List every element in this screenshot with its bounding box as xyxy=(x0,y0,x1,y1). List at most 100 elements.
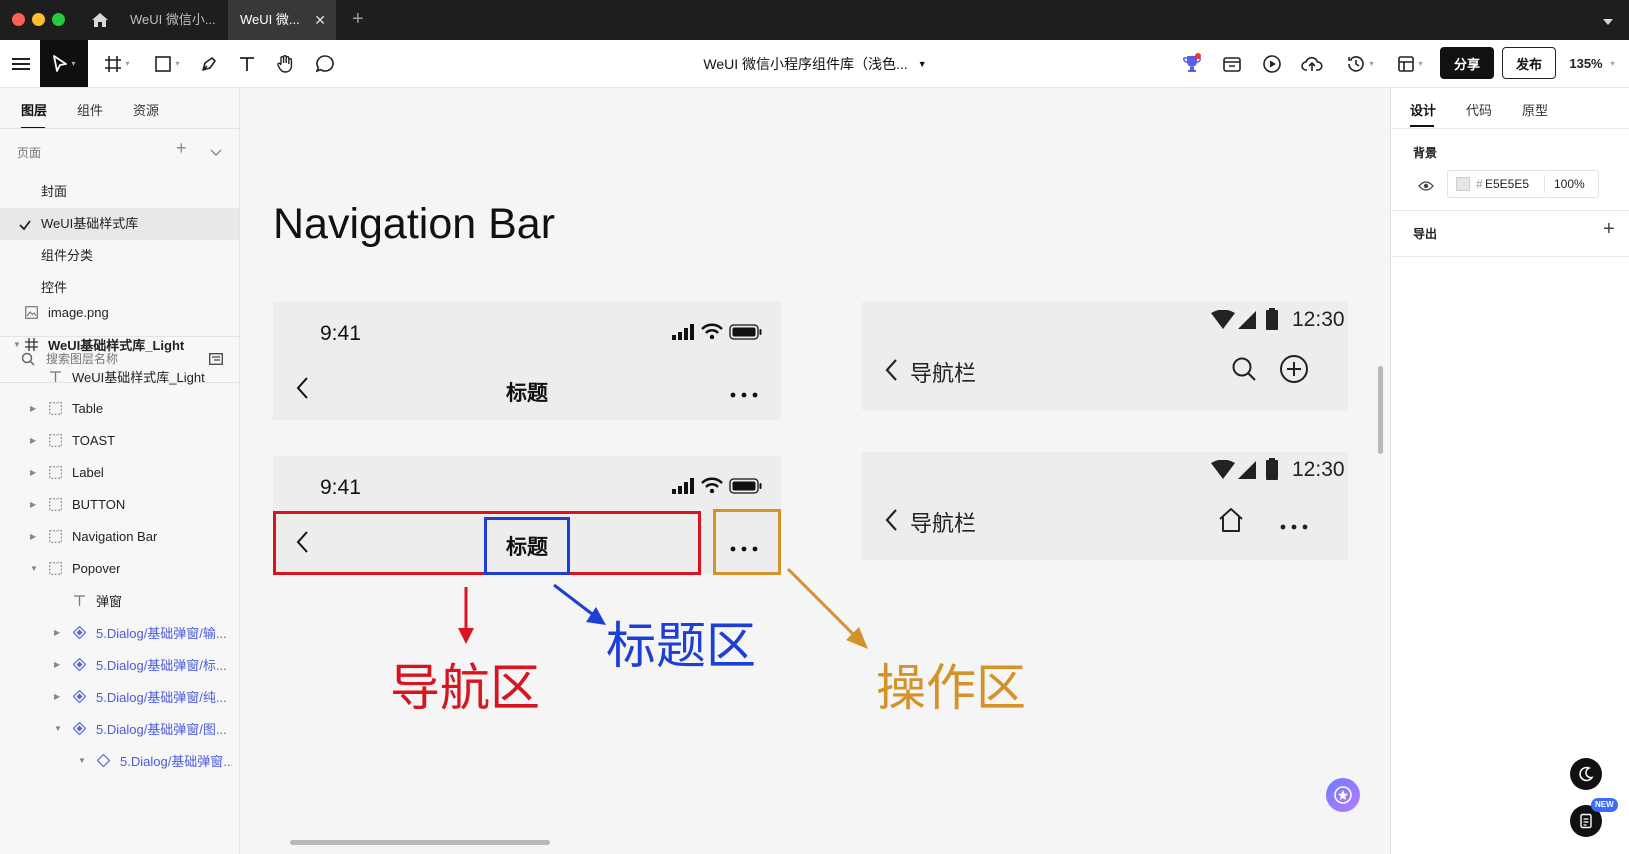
export-section-title: 导出 xyxy=(1413,227,1438,241)
minimize-window-button[interactable] xyxy=(32,13,45,26)
maximize-window-button[interactable] xyxy=(52,13,65,26)
layer-row[interactable]: ▶ 5.Dialog/基础弹窗/输... xyxy=(0,616,239,648)
tabs-menu-chevron-icon[interactable] xyxy=(1602,14,1614,32)
collapsed-triangle-icon[interactable]: ▶ xyxy=(30,436,36,445)
search-icon[interactable] xyxy=(1231,356,1257,387)
design-canvas[interactable]: Navigation Bar 9:41 标题 9:41 标题 导航区 标题区 操… xyxy=(240,88,1390,854)
page-item-categories[interactable]: 组件分类 xyxy=(0,240,239,272)
ai-assistant-button[interactable] xyxy=(1326,778,1360,812)
layout-button[interactable]: ▾ xyxy=(1390,40,1430,87)
layer-row[interactable]: WeUI基础样式库_Light xyxy=(0,360,239,392)
collapse-pages-chevron-icon[interactable] xyxy=(210,144,222,162)
collapsed-triangle-icon[interactable]: ▶ xyxy=(30,500,36,509)
layer-row[interactable]: ▶ BUTTON xyxy=(0,488,239,520)
moon-icon xyxy=(1579,766,1594,782)
collapsed-triangle-icon[interactable]: ▶ xyxy=(54,628,60,637)
tab-layers[interactable]: 图层 xyxy=(21,100,47,119)
preview-play-button[interactable] xyxy=(1260,40,1284,87)
pen-tool-button[interactable] xyxy=(196,40,222,87)
tab-assets[interactable]: 资源 xyxy=(133,100,159,119)
more-icon[interactable] xyxy=(1280,517,1308,535)
layer-row[interactable]: ▼ 5.Dialog/基础弹窗... xyxy=(0,744,239,776)
eye-icon[interactable] xyxy=(1418,179,1434,197)
layer-label: WeUI基础样式库_Light xyxy=(72,369,205,385)
home-icon[interactable] xyxy=(90,10,110,30)
background-opacity-value[interactable]: 100% xyxy=(1554,177,1585,191)
upload-button[interactable] xyxy=(1300,40,1324,87)
add-page-icon[interactable]: + xyxy=(176,138,187,159)
comment-tool-button[interactable] xyxy=(312,40,338,87)
file-title: WeUI 微信小程序组件库（浅色... xyxy=(703,55,908,72)
layer-row[interactable]: image.png xyxy=(0,296,239,328)
tab-file-2[interactable]: WeUI 微... ✕ xyxy=(228,0,336,40)
layer-row[interactable]: ▼ Popover xyxy=(0,552,239,584)
tab-file-1[interactable]: WeUI 微信小... xyxy=(118,0,226,40)
component-icon xyxy=(72,689,86,703)
layer-row[interactable]: ▶ Label xyxy=(0,456,239,488)
frame-tool-button[interactable]: ▾ xyxy=(100,40,134,87)
color-swatch[interactable] xyxy=(1456,177,1470,191)
hand-tool-button[interactable] xyxy=(272,40,298,87)
collapsed-triangle-icon[interactable]: ▶ xyxy=(30,468,36,477)
android-nav-title: 导航栏 xyxy=(910,362,977,387)
collapsed-triangle-icon[interactable]: ▶ xyxy=(54,692,60,701)
close-tab-icon[interactable]: ✕ xyxy=(314,0,326,40)
layer-row[interactable]: ▶ 5.Dialog/基础弹窗/纯... xyxy=(0,680,239,712)
expanded-triangle-icon[interactable]: ▼ xyxy=(78,756,86,765)
expanded-triangle-icon[interactable]: ▼ xyxy=(30,564,38,573)
add-circle-icon[interactable] xyxy=(1279,354,1309,389)
background-hex-value[interactable]: E5E5E5 xyxy=(1485,177,1529,191)
history-button[interactable]: ▾ xyxy=(1340,40,1380,87)
publish-button[interactable]: 发布 xyxy=(1502,47,1556,79)
checkmark-icon xyxy=(19,208,31,240)
android-navbar-frame[interactable]: 12:30 导航栏 xyxy=(862,302,1348,410)
tab-code[interactable]: 代码 xyxy=(1466,100,1492,119)
tab-prototype[interactable]: 原型 xyxy=(1522,100,1548,119)
tab-design[interactable]: 设计 xyxy=(1410,100,1436,119)
share-button[interactable]: 分享 xyxy=(1440,47,1494,79)
layer-row[interactable]: ▼ WeUI基础样式库_Light xyxy=(0,328,239,360)
archive-button[interactable] xyxy=(1220,40,1244,87)
background-color-field[interactable]: # E5E5E5 100% xyxy=(1447,170,1599,198)
horizontal-scrollbar[interactable] xyxy=(290,840,550,845)
expanded-triangle-icon[interactable]: ▼ xyxy=(13,340,21,349)
back-chevron-icon[interactable] xyxy=(884,508,898,537)
dark-mode-button[interactable] xyxy=(1570,758,1602,790)
layer-row[interactable]: ▶ Table xyxy=(0,392,239,424)
expanded-triangle-icon[interactable]: ▼ xyxy=(54,724,62,733)
collapsed-triangle-icon[interactable]: ▶ xyxy=(54,660,60,669)
android-navbar-frame-2[interactable]: 12:30 导航栏 xyxy=(862,452,1348,560)
zoom-dropdown[interactable]: 135% ▾ xyxy=(1562,40,1622,87)
star-icon xyxy=(1334,786,1352,804)
action-area-label: 操作区 xyxy=(876,659,1026,717)
add-export-icon[interactable]: + xyxy=(1603,218,1615,241)
file-title-dropdown[interactable]: WeUI 微信小程序组件库（浅色... ▼ xyxy=(690,40,940,87)
award-button[interactable] xyxy=(1180,40,1204,87)
layer-row[interactable]: ▼ 5.Dialog/基础弹窗/图... xyxy=(0,712,239,744)
layer-row[interactable]: ▶ Navigation Bar xyxy=(0,520,239,552)
tab-components[interactable]: 组件 xyxy=(77,100,103,119)
layer-row[interactable]: 弹窗 xyxy=(0,584,239,616)
home-icon[interactable] xyxy=(1217,506,1245,539)
new-badge: NEW xyxy=(1591,798,1618,812)
trophy-icon xyxy=(1183,52,1201,72)
layer-row[interactable]: ▶ TOAST xyxy=(0,424,239,456)
move-tool-button[interactable]: ▾ xyxy=(40,40,88,87)
main-menu-icon[interactable] xyxy=(10,40,32,87)
page-item-cover[interactable]: 封面 xyxy=(0,176,239,208)
collapsed-triangle-icon[interactable]: ▶ xyxy=(30,404,36,413)
divider xyxy=(0,128,239,129)
frame-icon xyxy=(105,55,122,72)
text-icon xyxy=(240,56,254,71)
back-chevron-icon[interactable] xyxy=(884,358,898,387)
status-time: 12:30 xyxy=(1292,458,1345,481)
vertical-scrollbar[interactable] xyxy=(1378,366,1383,454)
page-item-weui-base[interactable]: WeUI基础样式库 xyxy=(0,208,239,240)
layer-row[interactable]: ▶ 5.Dialog/基础弹窗/标... xyxy=(0,648,239,680)
layer-label: 5.Dialog/基础弹窗/标... xyxy=(96,657,227,673)
text-tool-button[interactable] xyxy=(234,40,260,87)
new-tab-icon[interactable]: + xyxy=(352,8,364,31)
collapsed-triangle-icon[interactable]: ▶ xyxy=(30,532,36,541)
shape-tool-button[interactable]: ▾ xyxy=(150,40,184,87)
close-window-button[interactable] xyxy=(12,13,25,26)
